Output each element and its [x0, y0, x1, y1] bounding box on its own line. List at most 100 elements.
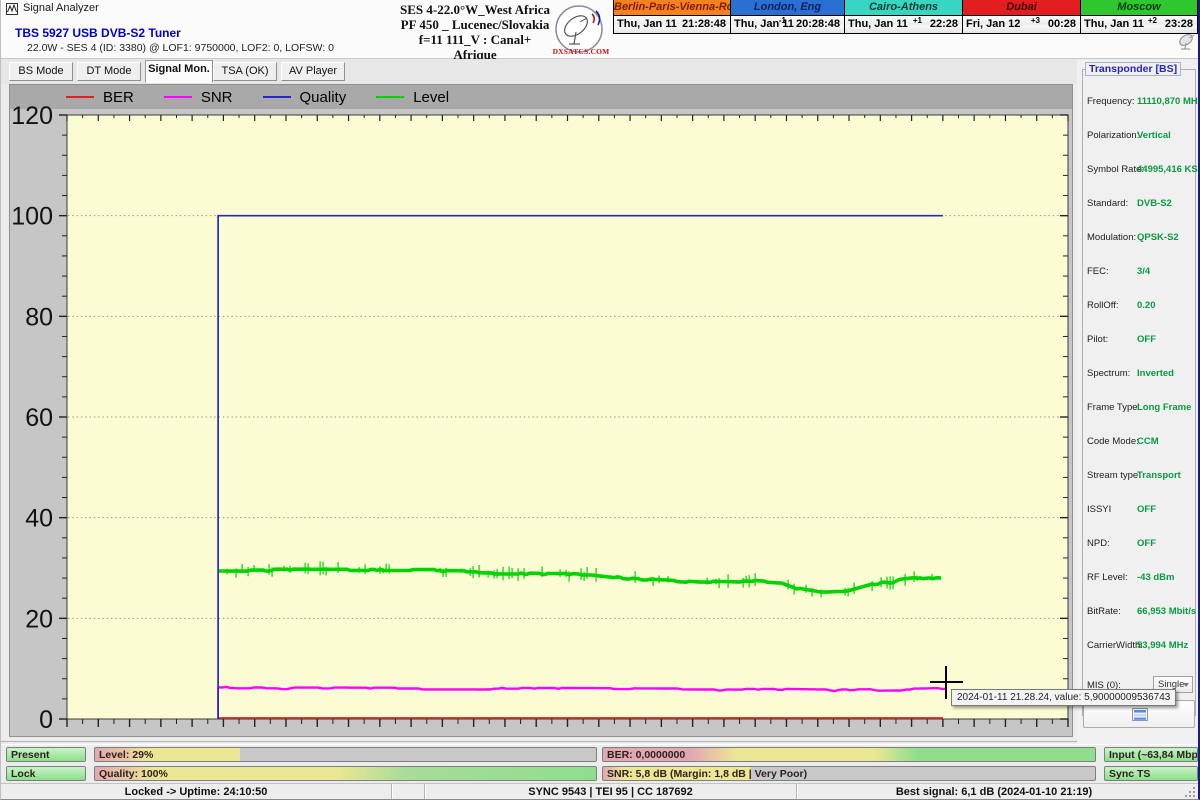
lock-meter: Lock	[6, 766, 86, 781]
tab-dt-mode[interactable]: DT Mode	[77, 62, 141, 81]
transponder-sidebar: Transponder [BS] Frequency:11110,870 MHz…	[1077, 60, 1199, 744]
dxsatcs-logo-text: DXSATCS.COM	[550, 47, 612, 56]
clock-time-row: Thu, Jan 1121:28:48	[614, 16, 730, 33]
transponder-field-label: Standard:	[1087, 198, 1128, 209]
transponder-field-label: FEC:	[1087, 266, 1109, 277]
window-resize-grip[interactable]	[1184, 786, 1196, 798]
snr-meter: SNR: 5,8 dB (Margin: 1,8 dB | Very Poor)	[602, 766, 1096, 781]
transponder-field-value: OFF	[1137, 504, 1156, 515]
transponder-field-label: Pilot:	[1087, 334, 1108, 345]
transponder-title: Transponder [BS]	[1085, 62, 1181, 76]
status-bar: Locked -> Uptime: 24:10:50 SYNC 9543 | T…	[1, 783, 1198, 800]
clock-time-row: Fri, Jan 12 +3 00:28	[963, 16, 1080, 33]
window-title: Signal Analyzer	[23, 2, 99, 14]
stream-icon	[1132, 708, 1148, 721]
tab-av-player[interactable]: AV Player	[281, 62, 345, 81]
dxsatcs-logo: DXSATCS.COM	[550, 4, 612, 58]
sync-meter-label: Sync TS	[1109, 768, 1150, 780]
y-axis-label: 40	[25, 505, 53, 533]
transponder-field-value: Vertical	[1137, 130, 1171, 141]
clock-cairo-athens: Cairo-AthensThu, Jan 11+122:28	[844, 0, 962, 34]
tuner-details: 22.0W - SES 4 (ID: 3380) @ LOF1: 9750000…	[27, 42, 334, 54]
clock-dubai: Dubai Fri, Jan 12 +3 00:28	[962, 0, 1080, 34]
transponder-field-value: 0.20	[1137, 300, 1156, 311]
clock-city-label: Dubai	[963, 0, 1080, 16]
transponder-field-label: Frame Type:	[1087, 402, 1140, 413]
clock-utc-offset: +1	[913, 16, 922, 25]
transponder-field-value: 3/4	[1137, 266, 1150, 277]
transponder-field-label: Stream type:	[1087, 470, 1141, 481]
clock-city-label: London, Eng	[731, 0, 844, 16]
clock-city-label: Berlin-Paris-Vienna-Roma	[614, 0, 730, 16]
transponder-field-label: Code Mode:	[1087, 436, 1139, 447]
transponder-field-value: DVB-S2	[1137, 198, 1172, 209]
tab-tsa-ok-[interactable]: TSA (OK)	[213, 62, 277, 81]
y-axis-label: 20	[25, 605, 53, 633]
transponder-field-value: Long Frame	[1137, 402, 1191, 413]
level-meter-label: Level: 29%	[99, 749, 153, 761]
snr-meter-label: SNR: 5,8 dB (Margin: 1,8 dB | Very Poor)	[607, 768, 807, 780]
transponder-field-label: ISSYI	[1087, 504, 1111, 515]
clock-time: 20:28:48	[796, 18, 840, 30]
clock-city-label: Moscow	[1081, 0, 1197, 16]
transponder-field-value: 53,994 MHz	[1137, 640, 1188, 651]
quality-meter: Quality: 100%	[94, 766, 597, 781]
transponder-field-value: 44995,416 KS/s	[1137, 164, 1200, 175]
note-line: PF 450 _ Lucenec/Slovakia	[399, 17, 551, 32]
tab-signal-mon-[interactable]: Signal Mon.	[145, 60, 213, 83]
transponder-field-label: Polarization:	[1087, 130, 1139, 141]
clock-time-row: Thu, Jan 11-120:28:48	[731, 16, 844, 33]
clock-time: 21:28:48	[682, 18, 726, 30]
clock-time: 23:28	[1165, 18, 1193, 30]
transponder-field-value: QPSK-S2	[1137, 232, 1179, 243]
transponder-field-value: 11110,870 MHz	[1137, 96, 1200, 107]
statusbar-best-signal: Best signal: 6,1 dB (2024-01-10 21:19)	[797, 784, 1191, 800]
sync-meter: Sync TS	[1104, 766, 1198, 781]
transponder-field-value: Inverted	[1137, 368, 1174, 379]
divider	[1, 741, 1198, 745]
clock-moscow: Moscow Thu, Jan 11 +2 23:28	[1080, 0, 1198, 34]
transponder-field-label: Frequency:	[1087, 96, 1135, 107]
transponder-field-value: CCM	[1137, 436, 1159, 447]
y-axis-label: 60	[25, 404, 53, 432]
note-line: f=11 111_V : Canal+ Afrique	[399, 32, 551, 62]
clock-date: Thu, Jan 11	[1084, 18, 1144, 30]
quality-meter-fill	[95, 767, 596, 780]
transponder-field-label: Spectrum:	[1087, 368, 1130, 379]
transponder-field-value: 66,953 Mbit/s	[1137, 606, 1196, 617]
present-meter-label: Present	[11, 749, 50, 761]
y-axis-label: 0	[39, 706, 53, 734]
chevron-down-icon	[1183, 683, 1189, 687]
transponder-field-value: -43 dBm	[1137, 572, 1174, 583]
transponder-field-label: Symbol Rate:	[1087, 164, 1144, 175]
y-axis-label: 80	[25, 303, 53, 331]
statusbar-uptime: Locked -> Uptime: 24:10:50	[1, 784, 392, 800]
signal-chart-plot[interactable]: 020406080100120	[10, 85, 1074, 738]
tab-bs-mode[interactable]: BS Mode	[9, 62, 73, 81]
clock-utc-offset: +2	[1148, 16, 1157, 25]
input-meter-label: Input (~63,84 Mbps)	[1109, 749, 1198, 761]
clock-date: Fri, Jan 12	[966, 18, 1020, 30]
lock-meter-label: Lock	[11, 768, 36, 780]
y-axis-label: 100	[11, 203, 53, 231]
clock-time: 22:28	[930, 18, 958, 30]
satellite-dish-icon	[1177, 33, 1197, 51]
clock-utc-offset: -1	[779, 16, 786, 25]
chart-cursor-crosshair	[945, 666, 947, 699]
statusbar-spacer	[392, 784, 425, 800]
clock-date: Thu, Jan 11	[848, 18, 908, 30]
clock-utc-offset: +3	[1031, 16, 1040, 25]
statusbar-sync-counters: SYNC 9543 | TEI 95 | CC 187692	[425, 784, 797, 800]
transponder-field-label: Modulation:	[1087, 232, 1136, 243]
app-icon	[6, 3, 18, 15]
transponder-field-label: BitRate:	[1087, 606, 1121, 617]
level-meter: Level: 29%	[94, 747, 597, 762]
note-line: SES 4-22.0°W_West Africa	[399, 2, 551, 17]
signal-chart-panel: BERSNRQualityLevel 020406080100120	[9, 84, 1073, 737]
clock-time: 00:28	[1048, 18, 1076, 30]
transponder-field-value: OFF	[1137, 334, 1156, 345]
transponder-field-label: NPD:	[1087, 538, 1110, 549]
chart-value-tooltip: 2024-01-11 21.28.24, value: 5,9000000953…	[951, 689, 1176, 706]
transponder-field-label: RF Level:	[1087, 572, 1128, 583]
clock-berlin-paris-vienna-roma: Berlin-Paris-Vienna-RomaThu, Jan 1121:28…	[613, 0, 730, 34]
